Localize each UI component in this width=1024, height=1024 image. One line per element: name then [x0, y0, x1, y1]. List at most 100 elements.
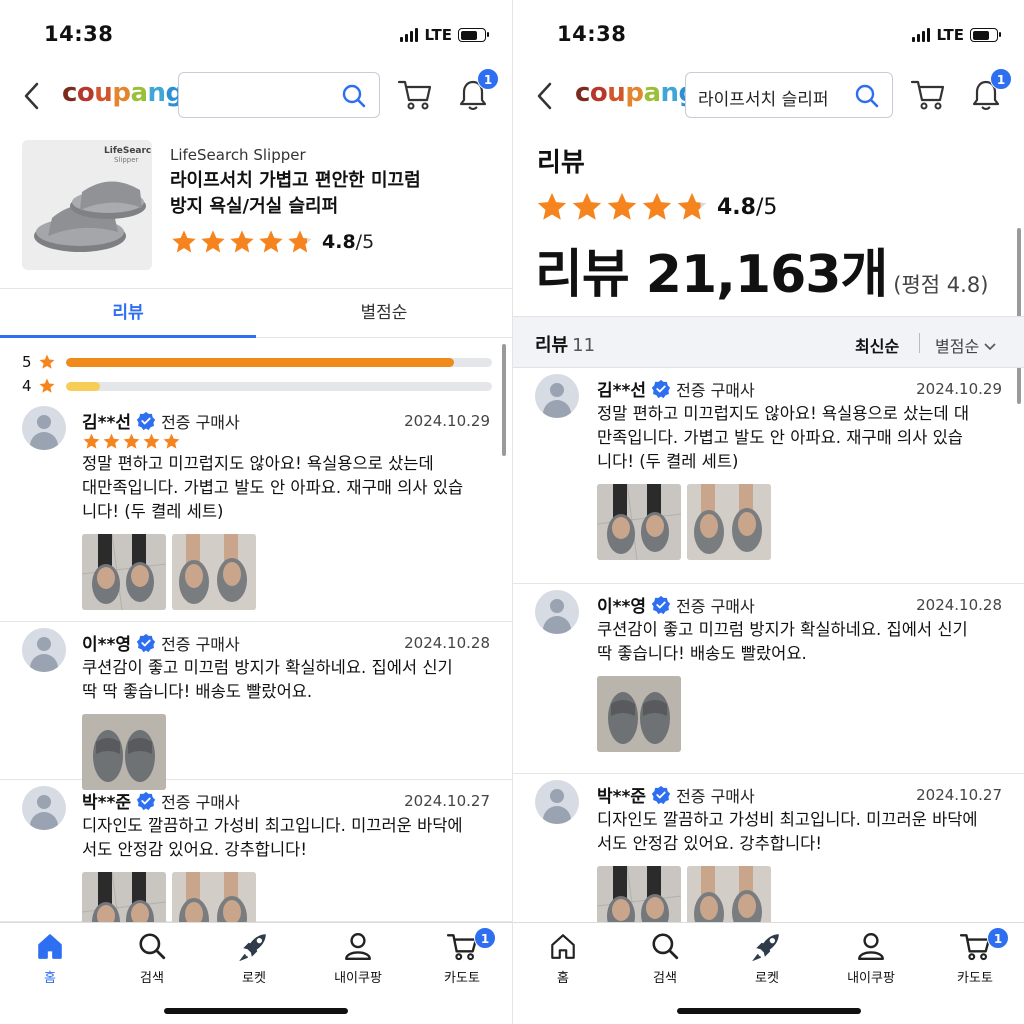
avatar-head	[550, 599, 564, 613]
review-photos	[597, 866, 771, 922]
thumbnail-sub: Slipper	[114, 156, 139, 164]
star-icon	[123, 433, 140, 449]
nav-rocket[interactable]: 로켓	[214, 931, 294, 986]
review-photo[interactable]	[82, 714, 166, 790]
star-icon	[572, 192, 602, 220]
avatar-body	[30, 812, 58, 830]
avatar-head	[550, 789, 564, 803]
review-photo[interactable]	[687, 484, 771, 560]
product-rating: 4.8/5	[170, 228, 492, 256]
sort-rating-dropdown[interactable]: 별점순	[935, 333, 996, 357]
review-photo[interactable]	[597, 484, 681, 560]
search-input[interactable]	[178, 72, 380, 118]
review-item: 박**준 전증 구매사 2024.10.27 디자인도 깔끔하고 가성비 최고입니다.…	[513, 774, 1024, 922]
back-arrow-icon[interactable]	[533, 80, 557, 112]
review-photos	[597, 676, 681, 752]
nav-cart[interactable]: 카도토 1	[935, 927, 1015, 986]
review-date: 2024.10.27	[916, 786, 1002, 804]
search-icon[interactable]	[341, 83, 367, 109]
nav-user[interactable]: 내이쿠팡	[831, 931, 911, 986]
search-input[interactable]: 라이프서치 슬리퍼	[685, 72, 893, 118]
coupang-logo[interactable]: coupang	[62, 78, 184, 108]
star-icon	[83, 433, 100, 449]
avatar	[22, 786, 66, 830]
nav-cart[interactable]: 카도토 1	[422, 927, 502, 986]
verified-badge-icon	[136, 633, 156, 652]
review-photo[interactable]	[172, 872, 256, 922]
nav-label: 카도토	[957, 971, 993, 986]
bottom-nav: 홈 검색 로켓 내이쿠팡 카도토 1	[0, 922, 512, 1024]
cart-icon	[446, 934, 478, 961]
review-photos	[82, 714, 166, 790]
review-text-line: 만족입니다. 가볍고 발도 안 아파요. 재구매 의사 있습	[597, 428, 963, 447]
logo-letter: p	[112, 78, 131, 108]
review-photo[interactable]	[597, 676, 681, 752]
slipper-photo-image	[597, 866, 681, 922]
avatar-body	[30, 654, 58, 672]
nav-label: 내이쿠팡	[334, 971, 382, 986]
reviewer-name-text: 이**영	[82, 635, 132, 655]
verified-purchase-label: 전증 구매사	[676, 380, 755, 400]
review-photos	[82, 872, 256, 922]
nav-rocket[interactable]: 로켓	[727, 931, 807, 986]
nav-home[interactable]: 홈	[523, 931, 603, 986]
verified-purchase-label: 전증 구매사	[161, 412, 240, 432]
reviewer-name: 박**준 전증 구매사	[82, 788, 240, 813]
product-summary[interactable]: LifeSearch Slipper LifeSearch Slipper 라이…	[22, 140, 492, 275]
verified-badge-icon	[651, 595, 671, 614]
review-photo[interactable]	[82, 534, 166, 610]
reviewer-name-text: 김**선	[82, 413, 132, 433]
battery-icon	[458, 28, 489, 42]
reviewer-name-text: 박**준	[597, 787, 647, 807]
star-icon	[103, 433, 120, 449]
search-icon	[652, 933, 679, 960]
rocket-icon	[239, 934, 266, 962]
search-icon[interactable]	[854, 83, 880, 109]
cart-badge: 1	[474, 927, 496, 949]
review-photos	[597, 484, 771, 560]
product-thumbnail[interactable]: LifeSearch Slipper	[22, 140, 152, 270]
review-date: 2024.10.28	[916, 596, 1002, 614]
review-text-line: 디자인도 깔끔하고 가성비 최고입니다. 미끄러운 바닥에	[597, 810, 978, 829]
review-photo[interactable]	[172, 534, 256, 610]
overall-rating: 4.8/5	[535, 190, 777, 224]
avatar-body	[543, 806, 571, 824]
logo-letter: n	[660, 78, 679, 108]
avatar	[22, 406, 66, 450]
logo-letter: n	[147, 78, 166, 108]
review-photo[interactable]	[82, 872, 166, 922]
tab-rating-order[interactable]: 별점순	[256, 289, 512, 337]
nav-search[interactable]: 검색	[112, 931, 192, 986]
avatar	[535, 780, 579, 824]
coupang-logo[interactable]: coupang	[575, 78, 697, 108]
app-header: coupang 1	[0, 64, 512, 128]
status-bar: 14:38 LTE	[0, 0, 512, 64]
tab-reviews[interactable]: 리뷰	[0, 289, 256, 338]
star-icon	[39, 354, 55, 369]
reviewer-name-text: 박**준	[82, 793, 132, 813]
review-item: 김**선 전증 구매사 2024.10.29 정말 편하고 미끄럽지도 않아요! 욕실…	[513, 368, 1024, 584]
avatar-body	[543, 400, 571, 418]
star-icon	[288, 230, 312, 253]
review-text: 쿠션감이 좋고 미끄럼 방지가 확실하네요. 집에서 신기 딱 좋습니다! 배송도…	[597, 618, 1017, 666]
back-arrow-icon[interactable]	[20, 80, 44, 112]
review-text-line: 딱 딱 좋습니다! 배송도 빨랐어요.	[82, 682, 313, 701]
network-label: LTE	[936, 26, 964, 44]
distribution-row-4: 4	[22, 374, 492, 398]
notification-badge: 1	[990, 68, 1012, 90]
home-icon	[551, 934, 575, 959]
review-photo[interactable]	[687, 866, 771, 922]
review-photo[interactable]	[597, 866, 681, 922]
avatar-head	[37, 795, 51, 809]
cart-icon[interactable]	[910, 78, 946, 112]
product-brand: LifeSearch Slipper	[170, 146, 306, 164]
nav-home[interactable]: 홈	[10, 931, 90, 986]
slipper-photo-image	[172, 872, 256, 922]
review-text-line: 서도 안정감 있어요. 강추합니다!	[597, 834, 822, 853]
review-date: 2024.10.27	[404, 792, 490, 810]
sort-latest-button[interactable]: 최신순	[855, 333, 899, 357]
cart-icon[interactable]	[397, 78, 433, 112]
avatar-body	[30, 432, 58, 450]
nav-user[interactable]: 내이쿠팡	[318, 931, 398, 986]
nav-search[interactable]: 검색	[625, 931, 705, 986]
